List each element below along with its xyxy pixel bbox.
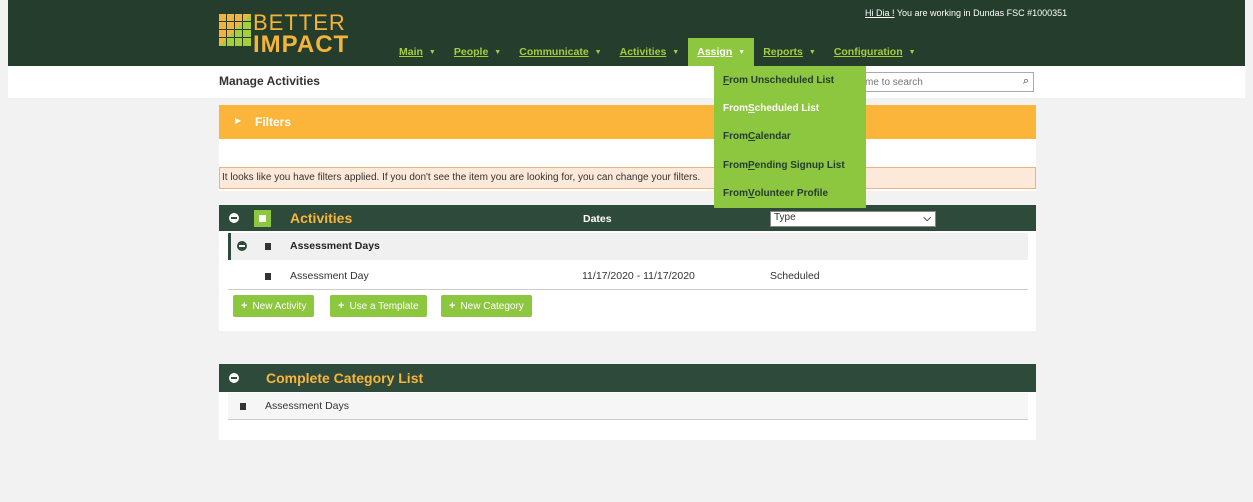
top-header: BETTER IMPACT Hi Dia ! You are working i… (0, 0, 1253, 66)
category-list-title: Complete Category List (266, 370, 424, 386)
category-name: Assessment Days (290, 240, 380, 252)
assign-dropdown-menu: From Unscheduled List From Scheduled Lis… (714, 66, 866, 208)
dates-column-header: Dates (583, 213, 612, 225)
checkbox-icon[interactable] (240, 403, 246, 410)
type-select[interactable]: Type ⌵ (770, 211, 936, 227)
caret-down-icon: ▼ (594, 48, 602, 56)
nav-activities[interactable]: Activities ▼ (611, 38, 689, 66)
menu-item-from-unscheduled-list[interactable]: From Unscheduled List (714, 66, 866, 94)
nav-reports[interactable]: Reports ▼ (754, 38, 825, 66)
header-gutter-right (1245, 0, 1253, 66)
nav-communicate[interactable]: Communicate ▼ (510, 38, 610, 66)
nav-configuration[interactable]: Configuration ▼ (825, 38, 925, 66)
collapse-icon[interactable] (229, 373, 239, 383)
caret-down-icon: ▼ (672, 48, 680, 56)
chevron-down-icon: ⌵ (923, 213, 931, 224)
collapse-icon[interactable] (237, 241, 247, 251)
logo-grid-icon (219, 14, 251, 46)
list-item[interactable]: Assessment Days (228, 393, 1028, 420)
type-select-value: Type (774, 212, 796, 223)
chevron-right-icon: ▶ (235, 116, 242, 125)
plus-icon: + (449, 300, 456, 312)
menu-item-from-volunteer-profile[interactable]: From Volunteer Profile (714, 180, 866, 208)
table-row[interactable]: Assessment Day 11/17/2020 - 11/17/2020 S… (228, 263, 1028, 290)
nav-people[interactable]: People ▼ (445, 38, 510, 66)
category-row[interactable]: Assessment Days (228, 233, 1028, 260)
activity-type: Scheduled (770, 270, 820, 282)
user-profile-link[interactable]: Hi Dia ! (865, 8, 895, 18)
nav-assign[interactable]: Assign ▼ (688, 38, 755, 66)
caret-down-icon: ▼ (808, 48, 816, 56)
user-greeting: Hi Dia ! You are working in Dundas FSC #… (865, 8, 1067, 18)
menu-item-from-calendar[interactable]: From Calendar (714, 123, 866, 151)
main-nav: Main ▼ People ▼ Communicate ▼ Activities ▼ A… (390, 38, 925, 66)
caret-down-icon: ▼ (428, 48, 436, 56)
plus-icon: + (241, 300, 248, 312)
filters-label: Filters (255, 115, 292, 129)
activities-header: Activities Dates Type ⌵ (219, 205, 1036, 231)
checkbox-icon[interactable] (265, 273, 271, 280)
page-title: Manage Activities (219, 74, 320, 88)
activity-name: Assessment Day (290, 270, 369, 282)
plus-icon: + (338, 300, 345, 312)
caret-down-icon: ▼ (908, 48, 916, 56)
caret-down-icon: ▼ (738, 48, 746, 56)
category-list-header: Complete Category List (219, 364, 1036, 392)
checkbox-icon[interactable] (265, 243, 271, 250)
organization-info: You are working in Dundas FSC #1000351 (894, 8, 1068, 18)
menu-item-from-scheduled-list[interactable]: From Scheduled List (714, 94, 866, 122)
new-activity-button[interactable]: + New Activity (233, 295, 315, 317)
filter-notice: It looks like you have filters applied. … (219, 167, 1036, 189)
filters-toggle[interactable]: ▶ Filters (219, 105, 1036, 139)
activity-dates: 11/17/2020 - 11/17/2020 (582, 270, 695, 282)
nav-main[interactable]: Main ▼ (390, 38, 445, 66)
header-gutter-left (0, 0, 8, 66)
category-list-item-name: Assessment Days (265, 400, 350, 412)
better-impact-logo[interactable]: BETTER IMPACT (219, 12, 379, 60)
use-template-button[interactable]: + Use a Template (330, 295, 427, 317)
select-all-checkbox[interactable] (254, 210, 271, 227)
search-box: ⌕ (858, 72, 1034, 92)
title-bar (8, 66, 1245, 98)
filter-notice-text: It looks like you have filters applied. … (222, 172, 701, 183)
menu-item-from-pending-signup-list[interactable]: From Pending Signup List (714, 151, 866, 179)
activities-title: Activities (290, 210, 353, 226)
collapse-icon[interactable] (229, 213, 239, 223)
search-input[interactable] (859, 73, 1009, 91)
search-icon[interactable]: ⌕ (1023, 75, 1029, 88)
new-category-button[interactable]: + New Category (441, 295, 532, 317)
logo-text-impact: IMPACT (253, 31, 350, 58)
caret-down-icon: ▼ (494, 48, 502, 56)
